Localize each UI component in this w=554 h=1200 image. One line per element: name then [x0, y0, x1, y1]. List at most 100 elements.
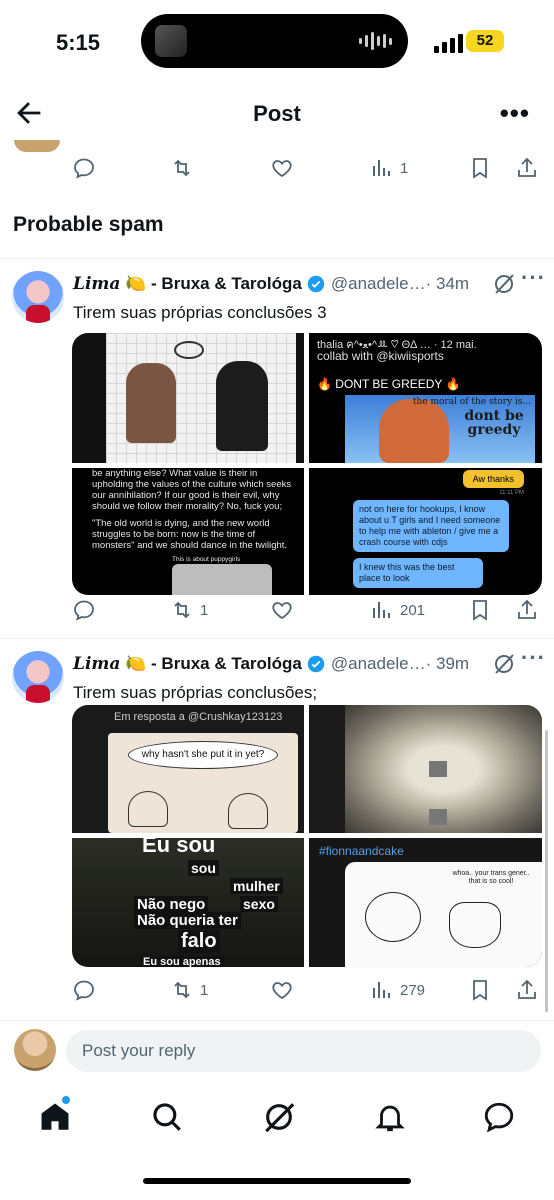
repost-button[interactable]: 1 — [170, 592, 208, 628]
censor-box — [429, 761, 447, 777]
like-icon — [272, 602, 292, 620]
home-icon[interactable] — [38, 1100, 72, 1134]
bookmark-button[interactable] — [468, 592, 492, 628]
timestamp[interactable]: · 39m — [426, 654, 469, 674]
search-icon[interactable] — [150, 1100, 184, 1134]
media-image[interactable] — [309, 705, 542, 833]
reply-input[interactable]: Post your reply — [66, 1030, 541, 1072]
more-icon[interactable]: ••• — [500, 98, 530, 129]
bookmark-icon — [473, 158, 487, 179]
avatar[interactable] — [12, 651, 64, 703]
avatar[interactable] — [12, 271, 64, 323]
status-bar: 5:15 52 — [0, 0, 554, 84]
repost-count: 1 — [200, 601, 209, 619]
grok-icon[interactable] — [492, 652, 516, 676]
views-icon — [373, 602, 390, 618]
like-button[interactable] — [270, 972, 294, 1008]
reply-bar: Post your reply — [0, 1020, 554, 1080]
repost-icon — [174, 159, 190, 177]
views-button[interactable]: 1 — [370, 150, 408, 186]
views-count: 1 — [400, 159, 409, 177]
more-icon[interactable]: ··· — [521, 645, 546, 671]
home-indicator — [143, 1178, 411, 1184]
media-image[interactable]: thalia ฅ^•ﻌ•^ꔛ ♡ ΘΔ … · 12 mai. collab w… — [309, 333, 542, 463]
audio-waveform-icon — [359, 32, 392, 50]
tweet-text: Tirem suas próprias conclusões; — [73, 683, 318, 702]
like-icon — [272, 982, 292, 1000]
tweet-text: Tirem suas próprias conclusões 3 — [73, 303, 327, 322]
views-button[interactable]: 279 — [370, 972, 425, 1008]
grok-icon[interactable] — [492, 272, 516, 296]
bookmark-button[interactable] — [468, 150, 492, 186]
verified-icon — [307, 655, 325, 673]
share-button[interactable] — [515, 150, 539, 186]
more-icon[interactable]: ··· — [521, 265, 546, 291]
post-header: Post ••• — [0, 84, 554, 144]
reply-button[interactable] — [72, 972, 96, 1008]
repost-icon — [174, 981, 190, 999]
media-image[interactable]: Aw thanks 11:11 PM not on here for hooku… — [309, 468, 542, 595]
repost-button[interactable]: 1 — [170, 972, 208, 1008]
section-title: Probable spam — [13, 213, 164, 236]
tweet-header: Lima 🍋 - Bruxa & Tarológa @anadele… · 34… — [73, 271, 543, 297]
reply-icon — [74, 600, 94, 621]
views-count: 201 — [400, 601, 426, 619]
messages-icon[interactable] — [482, 1100, 516, 1134]
dynamic-island — [141, 14, 408, 68]
tweet-actions: 1 279 — [60, 972, 550, 1008]
share-icon — [518, 157, 536, 177]
scrollbar[interactable] — [545, 730, 548, 1012]
bookmark-button[interactable] — [468, 972, 492, 1008]
media-image[interactable]: be anything else? What value is their in… — [72, 468, 304, 595]
tweet-actions: 1 201 — [60, 592, 550, 628]
divider — [0, 638, 554, 639]
media-image[interactable] — [72, 333, 304, 463]
previous-avatar — [14, 140, 60, 152]
verified-icon — [307, 275, 325, 293]
notification-dot — [62, 1096, 70, 1104]
views-icon — [373, 982, 390, 998]
previous-tweet-actions: 1 — [60, 150, 550, 186]
signal-icon — [434, 34, 463, 53]
censor-box — [429, 809, 447, 825]
bottom-nav — [0, 1084, 554, 1154]
reply-button[interactable] — [72, 150, 96, 186]
display-name[interactable]: Lima 🍋 - Bruxa & Tarológa — [73, 654, 302, 674]
bookmark-icon — [473, 600, 487, 621]
bookmark-icon — [473, 980, 487, 1001]
media-image[interactable]: Em resposta a @Crushkay123123 why hasn't… — [72, 705, 304, 833]
share-button[interactable] — [515, 592, 539, 628]
reply-icon — [74, 980, 94, 1001]
repost-button[interactable] — [170, 150, 194, 186]
views-button[interactable]: 201 — [370, 592, 425, 628]
avatar — [14, 1029, 56, 1071]
views-icon — [373, 160, 390, 176]
share-button[interactable] — [515, 972, 539, 1008]
tweet-header: Lima 🍋 - Bruxa & Tarológa @anadele… · 39… — [73, 651, 543, 677]
page-title: Post — [253, 101, 301, 126]
share-icon — [518, 599, 536, 619]
status-time: 5:15 — [56, 30, 101, 55]
media-image[interactable]: Eu sou sou mulher sexo Não nego Não quer… — [72, 838, 304, 967]
views-count: 279 — [400, 981, 426, 999]
media-image[interactable]: #fionnaandcake whoa.. your trans gener..… — [309, 838, 542, 967]
like-button[interactable] — [270, 592, 294, 628]
repost-icon — [174, 601, 190, 619]
grok-icon[interactable] — [262, 1100, 296, 1134]
handle[interactable]: @anadele… — [331, 274, 426, 294]
timestamp[interactable]: · 34m — [426, 274, 469, 294]
repost-count: 1 — [200, 981, 209, 999]
now-playing-thumbnail — [155, 25, 187, 57]
media-grid[interactable]: Em resposta a @Crushkay123123 why hasn't… — [72, 705, 542, 967]
like-icon — [272, 160, 292, 178]
sketch-drawing — [106, 333, 296, 463]
like-button[interactable] — [270, 150, 294, 186]
display-name[interactable]: Lima 🍋 - Bruxa & Tarológa — [73, 274, 302, 294]
bell-icon[interactable] — [373, 1100, 407, 1134]
handle[interactable]: @anadele… — [331, 654, 426, 674]
reply-button[interactable] — [72, 592, 96, 628]
media-grid[interactable]: thalia ฅ^•ﻌ•^ꔛ ♡ ΘΔ … · 12 mai. collab w… — [72, 333, 542, 595]
reply-icon — [74, 158, 94, 179]
divider — [0, 258, 554, 259]
battery-indicator: 52 — [466, 30, 504, 52]
